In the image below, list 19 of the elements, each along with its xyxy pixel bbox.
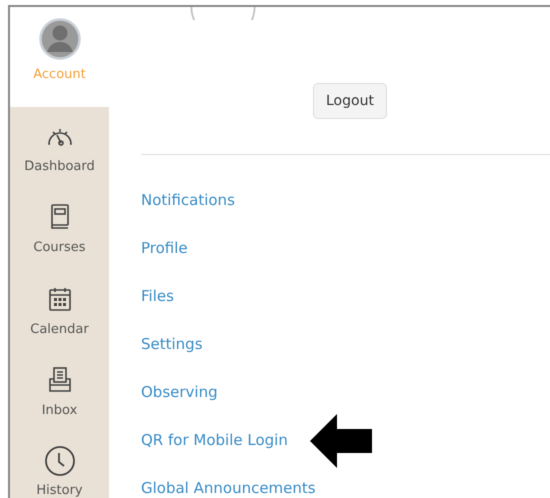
book-icon [50, 204, 70, 230]
menu-link[interactable]: Global Announcements [141, 479, 316, 498]
nav-item[interactable]: Inbox [42, 403, 78, 420]
calendar-icon [48, 286, 70, 311]
menu-link[interactable]: Notifications [141, 191, 235, 210]
menu-link[interactable]: Observing [141, 383, 218, 402]
clock-icon [44, 445, 76, 478]
nav-item[interactable]: Courses [33, 240, 86, 256]
nav-item[interactable]: Dashboard [24, 158, 95, 175]
nav-item[interactable]: History [36, 483, 83, 498]
nav-item[interactable]: Account [33, 67, 86, 83]
avatar-icon [38, 18, 80, 60]
nav-item[interactable]: Calendar [30, 322, 89, 338]
inbox-icon [48, 367, 72, 394]
menu-link[interactable]: Profile [141, 239, 188, 258]
logout-button[interactable]: Logout [313, 83, 387, 119]
menu-link[interactable]: Settings [141, 335, 203, 354]
menu-link[interactable]: Files [141, 287, 174, 306]
menu-link[interactable]: QR for Mobile Login [141, 431, 288, 450]
